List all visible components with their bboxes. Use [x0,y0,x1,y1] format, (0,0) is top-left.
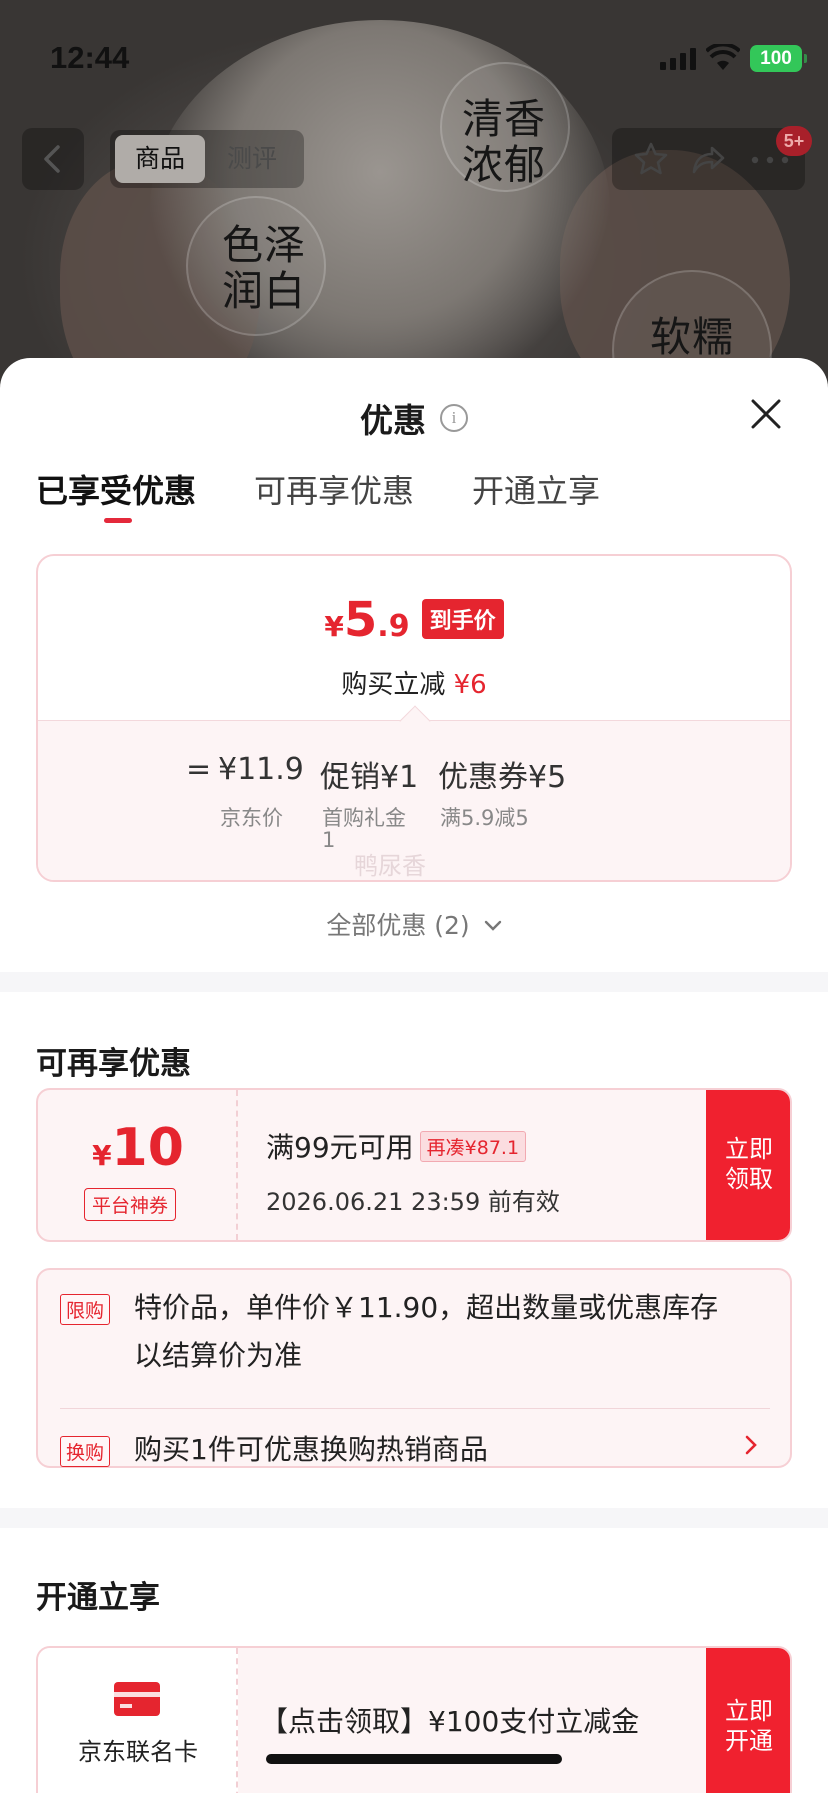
info-icon[interactable]: i [440,404,468,432]
all-offers-toggle[interactable]: 全部优惠 (2) [0,906,828,942]
chevron-down-icon [484,920,501,931]
base-price-label: 京东价 [220,806,283,830]
section-divider [0,972,828,992]
share-icon[interactable] [690,140,728,178]
tab-product[interactable]: 商品 [115,135,205,183]
co-branded-card-offer: 京东联名卡 【点击领取】¥100支付立减金 立即 开通 [36,1646,792,1793]
tab-more-available[interactable]: 可再享优惠 [254,466,414,512]
coupon-label: 满5.9减5 [440,806,529,830]
open-card-button[interactable]: 立即 开通 [706,1648,790,1793]
coupon-expiry: 2026.06.21 23:59 前有效 [266,1188,560,1216]
close-button[interactable] [748,396,784,432]
card-offer-text: 【点击领取】¥100支付立减金 [260,1705,640,1738]
coupon-card: ¥10 平台神券 满99元可用 再凑¥87.1 2026.06.21 23:59 … [36,1088,792,1242]
watermark-text: 鸭尿香 [354,852,426,880]
claim-coupon-button[interactable]: 立即 领取 [706,1090,790,1240]
card-brand-area: 京东联名卡 [38,1648,238,1793]
sheet-title: 优惠 [360,401,426,440]
purchase-limits-card: 限购 特价品，单件价￥11.90，超出数量或优惠库存 以结算价为准 换购 购买1… [36,1268,792,1468]
coupon-type-badge: 平台神券 [84,1188,177,1221]
formula-equals: = [186,752,212,787]
hero-word: 浓郁 [462,141,546,189]
battery-icon: 100 [750,45,807,72]
card-name: 京东联名卡 [78,1738,198,1766]
home-indicator[interactable] [266,1754,562,1764]
add-more-badge: 再凑¥87.1 [419,1131,527,1162]
more-icon[interactable] [750,156,790,164]
chevron-right-icon[interactable] [744,1434,758,1456]
coupon-amount: ¥10 [92,1118,184,1178]
limits-divider [60,1408,770,1409]
hero-word: 润白 [222,267,306,315]
product-hero-image: 清香 浓郁 色泽 润白 软糯 12:44 100 商品 测评 5+ [0,0,828,420]
exchange-tag: 换购 [60,1436,111,1467]
limit-tag: 限购 [60,1294,111,1325]
section-title-more: 可再享优惠 [36,1046,191,1082]
tab-open-to-enjoy[interactable]: 开通立享 [472,466,600,512]
final-price-tag: 到手价 [421,599,504,639]
coupon-value-area: ¥10 平台神券 [38,1090,238,1240]
close-icon [751,399,781,429]
promo-label-line2: 1 [322,828,336,852]
wifi-icon [705,42,741,72]
limit-text-line2: 以结算价为准 [134,1339,303,1372]
tab-enjoyed[interactable]: 已享受优惠 [36,466,196,512]
hero-word: 清香 [462,95,546,143]
section-title-open: 开通立享 [36,1580,160,1616]
active-tab-indicator [104,518,132,523]
formula-base-price: ¥11.9 [218,752,304,787]
limit-text: 特价品，单件价￥11.90，超出数量或优惠库存 [134,1291,719,1324]
section-divider [0,1508,828,1528]
star-icon[interactable] [632,140,670,178]
discount-tabs: 已享受优惠 可再享优惠 开通立享 [0,466,828,526]
notification-badge: 5+ [776,126,812,156]
price-summary-card: ¥5.9 到手价 购买立减 ¥6 = ¥11.9 – 促销¥1 – 优惠券¥5 京… [36,554,792,882]
discount-sheet: 优惠 i 已享受优惠 可再享优惠 开通立享 ¥5.9 到手价 购买立减 ¥6 = ¥… [0,358,828,1793]
hero-word: 色泽 [222,221,306,269]
final-price: ¥5.9 到手价 [38,592,790,648]
formula-promo: 促销¥1 [320,760,419,795]
sheet-header: 优惠 i [0,394,828,442]
chevron-left-icon [44,145,60,173]
back-button[interactable] [22,128,84,190]
formula-coupon: 优惠券¥5 [438,760,567,795]
credit-card-icon [114,1682,160,1716]
all-offers-label: 全部优惠 (2) [326,911,470,940]
exchange-text[interactable]: 购买1件可优惠换购热销商品 [134,1426,488,1474]
signal-icon [660,48,696,70]
hero-word: 软糯 [650,313,734,361]
coupon-condition: 满99元可用 再凑¥87.1 [266,1126,527,1166]
status-time: 12:44 [50,40,130,75]
tab-review[interactable]: 测评 [207,135,297,183]
instant-discount: 购买立减 ¥6 [341,670,487,700]
product-nav-tabs: 商品 测评 [110,130,304,188]
